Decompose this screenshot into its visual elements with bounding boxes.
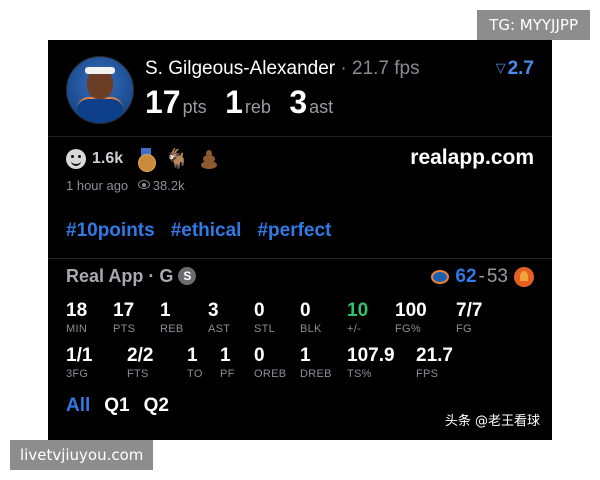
- okc-logo-icon: [431, 270, 450, 284]
- player-name[interactable]: S. Gilgeous-Alexander: [145, 58, 335, 79]
- smile-count: 1.6k: [92, 150, 124, 167]
- stat-value: 7/7: [456, 300, 483, 321]
- goat-icon[interactable]: 🐐: [165, 147, 189, 171]
- trend-down-icon: ▽: [495, 60, 506, 75]
- post-meta: 1 hour ago 38.2k: [66, 178, 185, 193]
- eye-icon: [137, 180, 150, 189]
- assists-unit: ast: [309, 97, 334, 117]
- player-name-line[interactable]: S. Gilgeous-Alexander · 21.7 fps: [145, 58, 420, 80]
- hashtag-item[interactable]: #perfect: [257, 220, 331, 242]
- stat-label: FPS: [416, 368, 439, 380]
- home-score: 62: [455, 266, 477, 287]
- stat-cell: 7/7 FG: [456, 300, 536, 336]
- s-badge: S: [178, 267, 197, 285]
- headband-shape: [85, 67, 115, 74]
- game-label: Real App · G: [66, 266, 174, 286]
- player-avatar[interactable]: [66, 56, 134, 124]
- tab-q1[interactable]: Q1: [104, 395, 129, 417]
- time-ago: 1 hour ago: [66, 178, 129, 193]
- headline-stat-line: 17 pts 1 reb 3 ast: [145, 84, 347, 121]
- hashtag-list: #10points #ethical #perfect: [66, 220, 331, 242]
- rebounds-value: 1: [225, 84, 243, 120]
- stat-label: FG: [456, 323, 472, 335]
- hashtag-item[interactable]: #ethical: [171, 220, 242, 242]
- player-post-card: S. Gilgeous-Alexander · 21.7 fps ▽ 2.7 17…: [48, 40, 552, 440]
- reaction-bar: 1.6k 🐐: [66, 147, 219, 172]
- trend-indicator: ▽ 2.7: [496, 58, 534, 80]
- stat-label: TS%: [347, 368, 372, 380]
- phx-logo-icon: [514, 267, 534, 287]
- view-count: 38.2k: [152, 178, 185, 193]
- fps-value: · 21.7 fps: [340, 58, 420, 79]
- tg-badge: TG: MYYJJPP: [477, 10, 590, 40]
- score-separator: -: [478, 266, 485, 287]
- site-link[interactable]: realapp.com: [410, 146, 534, 170]
- poop-icon[interactable]: [199, 149, 219, 169]
- watermark: 头条 @老王看球: [444, 414, 540, 429]
- period-tabs: All Q1 Q2: [66, 395, 169, 417]
- medal-icon[interactable]: [137, 148, 157, 172]
- header-divider: [48, 136, 552, 137]
- game-score[interactable]: 62 - 53: [431, 266, 534, 288]
- stat-cell: 21.7 FPS: [416, 345, 496, 381]
- site-badge: livetvjiuyou.com: [10, 440, 154, 470]
- jersey-shape: [77, 97, 123, 123]
- smile-icon[interactable]: [66, 149, 86, 169]
- tab-q2[interactable]: Q2: [144, 395, 169, 417]
- tab-all[interactable]: All: [66, 395, 90, 417]
- points-value: 17: [145, 84, 181, 120]
- section-divider: [48, 258, 552, 259]
- hashtag-item[interactable]: #10points: [66, 220, 155, 242]
- stat-cell: 107.9 TS%: [347, 345, 427, 381]
- game-row[interactable]: Real App · GS 62 - 53: [66, 266, 534, 288]
- assists-value: 3: [289, 84, 308, 120]
- points-unit: pts: [182, 97, 207, 117]
- trend-value: 2.7: [507, 58, 534, 79]
- game-title[interactable]: Real App · GS: [66, 266, 197, 287]
- away-score: 53: [486, 266, 508, 287]
- stat-value: 21.7: [416, 345, 453, 366]
- rebounds-unit: reb: [244, 97, 271, 117]
- stat-value: 107.9: [347, 345, 395, 366]
